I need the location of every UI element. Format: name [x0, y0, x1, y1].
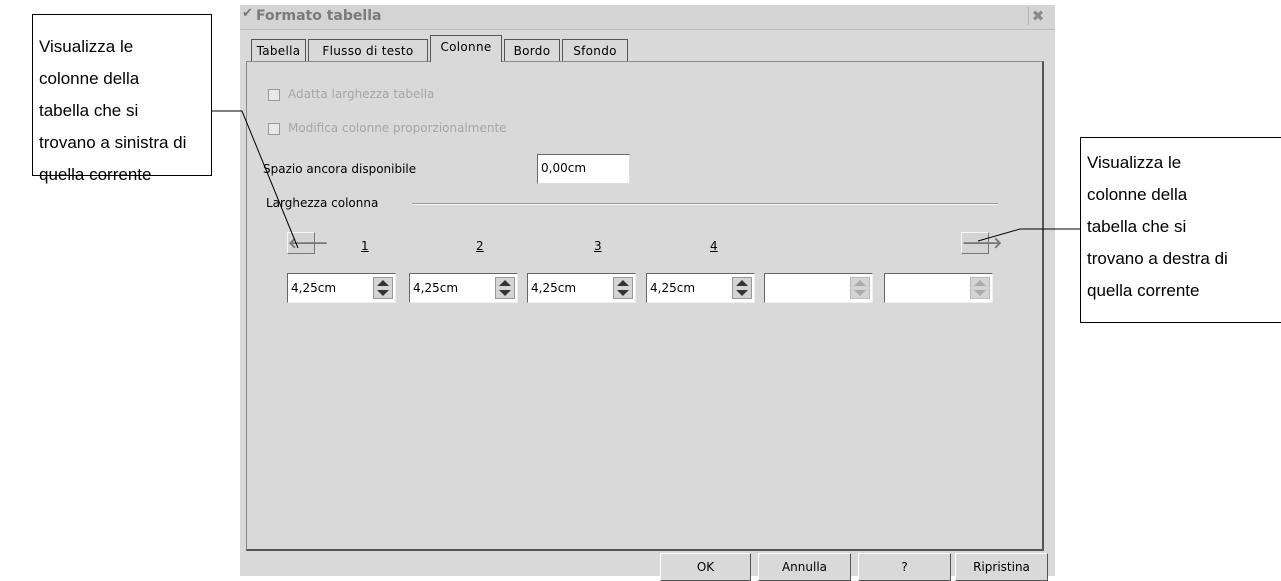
remaining-space-label: Spazio ancora disponibile — [263, 162, 417, 176]
spin-down-icon[interactable] — [854, 290, 866, 296]
spin-down-icon[interactable] — [974, 290, 986, 296]
adapt-width-checkbox[interactable] — [268, 89, 280, 101]
callout-line: quella corrente — [1087, 281, 1200, 300]
column-width-value: 4,25cm — [650, 281, 696, 295]
help-button[interactable]: ? — [858, 553, 951, 581]
column-width-spinner-2[interactable]: 4,25cm — [409, 273, 518, 303]
spin-up-icon[interactable] — [617, 280, 629, 286]
callout-line: colonne della — [1087, 185, 1188, 204]
column-number-3: 3 — [594, 239, 602, 253]
callout-line: tabella che si — [1087, 217, 1187, 236]
tab-bordo[interactable]: Bordo — [504, 39, 560, 61]
column-width-value: 4,25cm — [413, 281, 459, 295]
callout-right: Visualizza le colonne della tabella che … — [1080, 137, 1281, 323]
column-width-spinner-3[interactable]: 4,25cm — [527, 273, 636, 303]
format-table-dialog: ✔ Formato tabella ✖ Tabella Flusso di te… — [240, 5, 1055, 581]
spin-arrows[interactable] — [613, 277, 633, 299]
proportional-label: Modifica colonne proporzionalmente — [288, 121, 507, 135]
callout-left: Visualizza le colonne della tabella che … — [32, 14, 212, 184]
callout-line: trovano a destra di — [1087, 249, 1228, 268]
scroll-left-button[interactable]: 🡐 — [287, 232, 328, 254]
spin-down-icon[interactable] — [617, 290, 629, 296]
tab-flusso-di-testo[interactable]: Flusso di testo — [308, 39, 428, 61]
column-width-spinner-4[interactable]: 4,25cm — [646, 273, 755, 303]
spin-arrows[interactable] — [495, 277, 515, 299]
callout-line: trovano a sinistra di — [39, 133, 187, 152]
adapt-width-label: Adatta larghezza tabella — [288, 87, 435, 101]
check-icon: ✔ — [242, 6, 253, 21]
column-width-spinner-1[interactable]: 4,25cm — [287, 273, 396, 303]
proportional-checkbox[interactable] — [268, 123, 280, 135]
callout-line: Visualizza le — [39, 37, 134, 56]
reset-button[interactable]: Ripristina — [955, 553, 1048, 581]
dialog-title: Formato tabella — [256, 8, 382, 24]
column-number-1: 1 — [361, 239, 369, 253]
callout-line: colonne della — [39, 69, 140, 88]
callout-line: Visualizza le — [1087, 153, 1182, 172]
spin-arrows[interactable] — [732, 277, 752, 299]
spin-up-icon[interactable] — [854, 280, 866, 286]
callout-line: quella corrente — [39, 165, 152, 184]
tab-sfondo[interactable]: Sfondo — [562, 39, 628, 61]
callout-line: tabella che si — [39, 101, 139, 120]
spin-up-icon[interactable] — [499, 280, 511, 286]
spin-arrows[interactable] — [970, 277, 990, 299]
spin-arrows[interactable] — [850, 277, 870, 299]
spin-up-icon[interactable] — [736, 280, 748, 286]
column-width-spinner-6[interactable] — [884, 273, 993, 303]
spin-up-icon[interactable] — [377, 280, 389, 286]
tab-colonne[interactable]: Colonne — [430, 35, 502, 62]
tab-tabella[interactable]: Tabella — [251, 39, 306, 61]
title-bar: ✔ Formato tabella ✖ — [240, 5, 1055, 30]
column-width-value: 4,25cm — [291, 281, 337, 295]
cancel-button[interactable]: Annulla — [758, 553, 851, 581]
group-divider — [412, 203, 998, 205]
column-number-4: 4 — [710, 239, 718, 253]
column-width-group-label: Larghezza colonna — [266, 196, 379, 210]
remaining-space-field[interactable]: 0,00cm — [537, 154, 630, 184]
spin-down-icon[interactable] — [377, 290, 389, 296]
ok-button[interactable]: OK — [660, 553, 751, 581]
scroll-right-button[interactable]: 🡒 — [961, 232, 1002, 254]
column-width-value: 4,25cm — [531, 281, 577, 295]
column-number-2: 2 — [476, 239, 484, 253]
spin-down-icon[interactable] — [736, 290, 748, 296]
column-width-spinner-5[interactable] — [764, 273, 873, 303]
spin-up-icon[interactable] — [974, 280, 986, 286]
spin-down-icon[interactable] — [499, 290, 511, 296]
close-button[interactable]: ✖ — [1028, 7, 1047, 25]
spin-arrows[interactable] — [373, 277, 393, 299]
